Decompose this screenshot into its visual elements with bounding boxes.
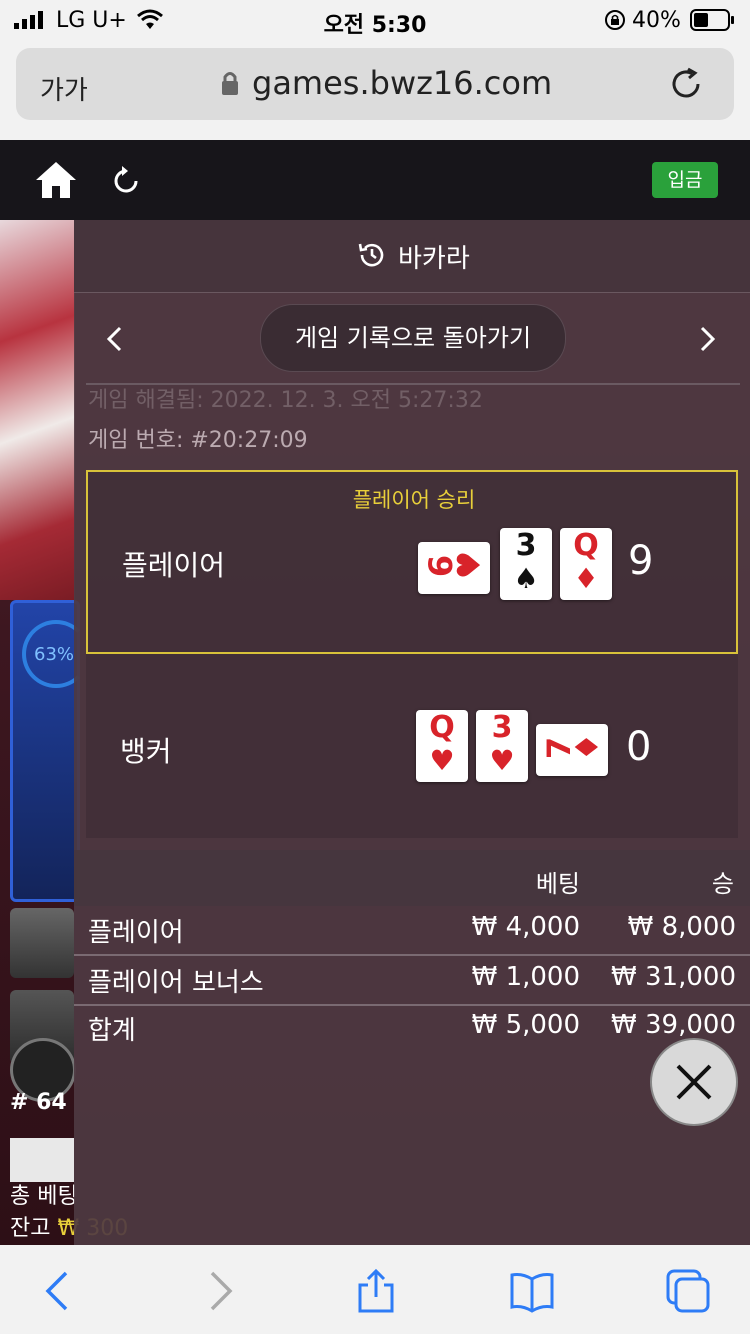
home-icon[interactable] [34, 160, 78, 200]
result-banner: 플레이어 승리 [352, 488, 476, 512]
back-to-history-button[interactable]: 게임 기록으로 돌아가기 [260, 304, 566, 372]
banker-hand: 뱅커 Q ♥ 3 ♥ 7 ♦ 0 [86, 654, 738, 838]
side-bet-button[interactable] [10, 908, 74, 978]
banker-label: 뱅커 [120, 735, 172, 768]
site-header: 입금 [0, 140, 750, 220]
player-card-3: Q ♦ [560, 528, 612, 600]
percent-label: 63% [34, 644, 75, 665]
close-icon [676, 1064, 712, 1100]
battery-percent: 40% [632, 8, 681, 33]
player-hand: 플레이어 승리 플레이어 6 ♥ 3 ♠ Q ♦ 9 [86, 470, 738, 654]
banker-card-2: 3 ♥ [476, 710, 528, 782]
text-size-button[interactable]: 가가 [40, 70, 88, 107]
game-number: 게임 번호: #20:27:09 [88, 428, 308, 453]
bet-table-header: 베팅 승 [74, 850, 750, 906]
player-card-1: 6 ♥ [418, 542, 490, 594]
total-bet-label: 총 베팅 [10, 1184, 78, 1209]
share-icon[interactable] [352, 1267, 400, 1315]
win-column-header: 승 [711, 870, 734, 898]
browser-toolbar [0, 1245, 750, 1334]
dealer-video [0, 220, 75, 600]
bookmarks-icon[interactable] [508, 1267, 556, 1315]
game-time: 게임 해결됨: 2022. 12. 3. 오전 5:27:32 [88, 388, 483, 413]
table-row: 플레이어 보너스 ₩ 1,000 ₩ 31,000 [74, 956, 750, 1006]
table-row: 플레이어 ₩ 4,000 ₩ 8,000 [74, 906, 750, 956]
roadmap [10, 1138, 74, 1182]
game-history-panel: 바카라 게임 기록으로 돌아가기 게임 해결됨: 2022. 12. 3. 오전… [74, 220, 750, 1245]
panel-title: 바카라 [398, 244, 470, 274]
back-icon[interactable] [34, 1267, 82, 1315]
status-bar: LG U+ 오전 5:30 40% [0, 0, 750, 40]
player-score: 9 [628, 538, 654, 584]
bet-table: 베팅 승 플레이어 ₩ 4,000 ₩ 8,000 플레이어 보너스 ₩ 1,0… [74, 850, 750, 1050]
chevron-right-icon[interactable] [696, 324, 720, 354]
refresh-icon[interactable] [110, 164, 142, 196]
player-label: 플레이어 [122, 549, 226, 582]
forward-icon[interactable] [196, 1267, 244, 1315]
chevron-left-icon[interactable] [102, 324, 126, 354]
banker-score: 0 [626, 724, 652, 770]
deposit-button[interactable]: 입금 [652, 162, 718, 198]
orientation-lock-icon [605, 10, 625, 30]
table-row: 합계 ₩ 5,000 ₩ 39,000 [88, 1010, 736, 1046]
address-bar[interactable]: 가가 games.bwz16.com [16, 48, 734, 120]
url-text[interactable]: games.bwz16.com [252, 64, 552, 102]
tabs-icon[interactable] [664, 1267, 712, 1315]
round-count: # 64 [10, 1090, 67, 1115]
browser-address-area: 가가 games.bwz16.com [0, 40, 750, 140]
history-icon [358, 243, 384, 267]
reload-icon[interactable] [668, 66, 704, 102]
lock-icon [222, 72, 238, 95]
battery-icon [690, 9, 734, 31]
banker-card-1: Q ♥ [416, 710, 468, 782]
bet-column-header: 베팅 [535, 870, 580, 898]
player-card-2: 3 ♠ [500, 528, 552, 600]
banker-card-3: 7 ♦ [536, 724, 608, 776]
close-button[interactable] [650, 1038, 738, 1126]
